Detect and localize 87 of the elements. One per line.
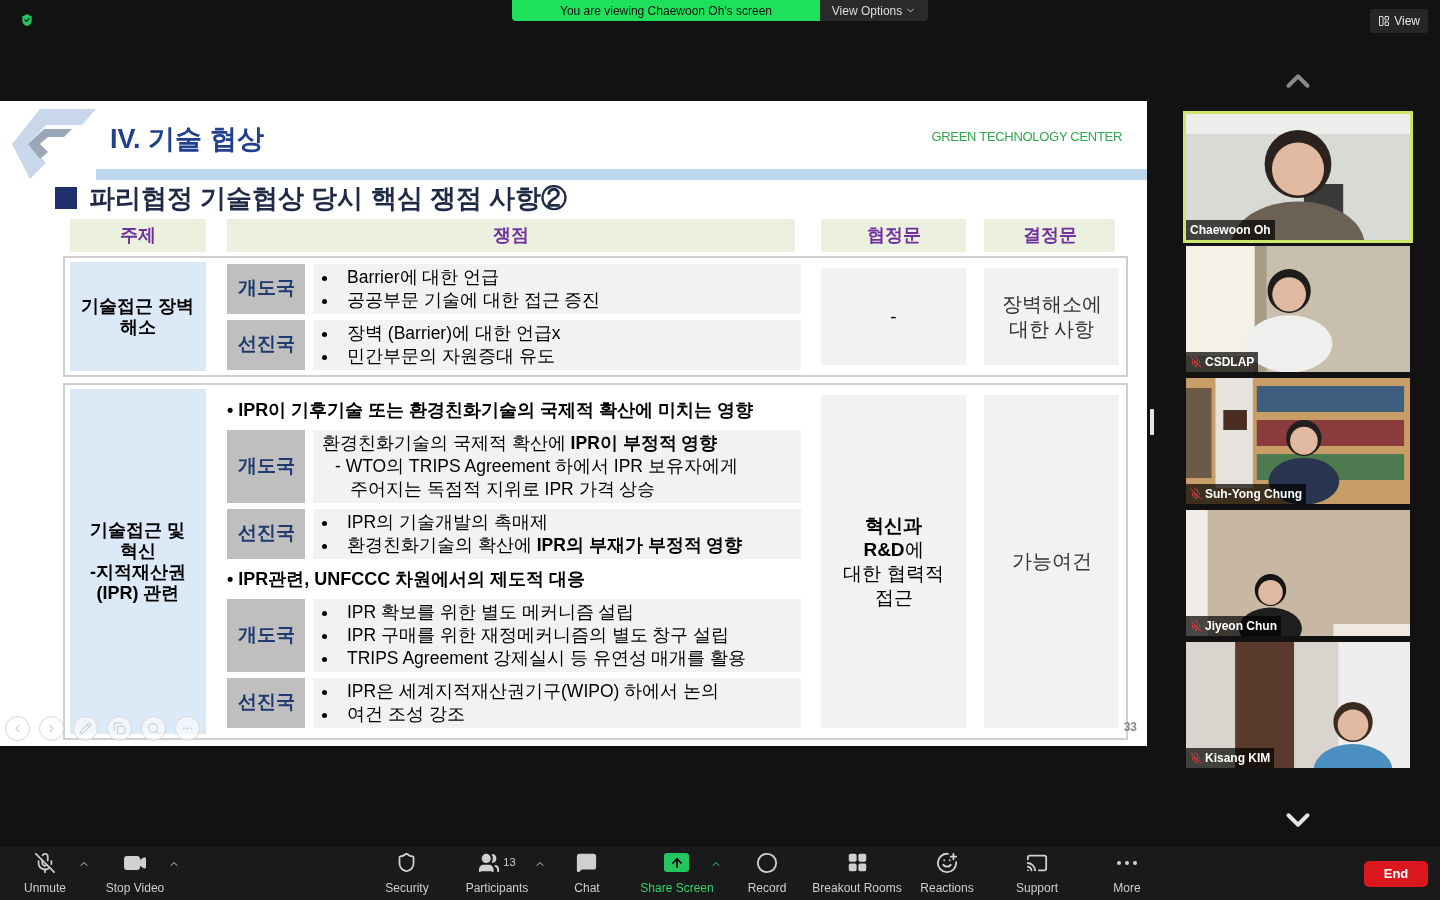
column-header: 협정문 <box>821 219 966 252</box>
country-label: 선진국 <box>227 677 305 728</box>
statement-text: IPR 구매를 위한 재정메커니즘의 별도 창구 설립 <box>347 623 730 647</box>
video-tile[interactable]: CSDLAP <box>1183 243 1413 375</box>
toolbar-button[interactable]: Reactions <box>916 847 978 900</box>
muted-mic-icon <box>34 851 56 874</box>
agreement-cell: 혁신과 R&D에 대한 협력적 접근 <box>821 395 966 728</box>
video-tile[interactable]: Suh-Yong Chung <box>1183 375 1413 507</box>
screen-share-banner: You are viewing Chaewoon Oh's screen <box>512 0 820 21</box>
toolbar-button[interactable]: Stop Video <box>101 847 169 900</box>
toolbar-button[interactable]: Support <box>1012 847 1062 900</box>
video-tile[interactable]: Chaewoon Oh <box>1183 111 1413 243</box>
statement-text: IPR 확보를 위한 별도 메커니즘 설립 <box>347 600 635 624</box>
decision-cell: 가능여건 <box>984 395 1119 728</box>
participant-name: Chaewoon Oh <box>1190 222 1271 239</box>
statement-text: Barrier에 대한 언급 <box>347 265 500 289</box>
people-icon <box>478 851 501 874</box>
bullet-icon <box>322 633 327 639</box>
bullet-icon <box>322 543 327 549</box>
toolbar-button[interactable]: Unmute <box>20 847 70 900</box>
participant-count: 13 <box>503 855 516 871</box>
more-icon <box>1117 860 1137 865</box>
topic-cell: 기술접근 장벽 해소 <box>70 262 206 371</box>
toolbar-button[interactable]: Chat <box>570 847 604 900</box>
end-button[interactable]: End <box>1364 860 1428 887</box>
statement-text: 환경친화기술의 국제적 확산에 IPR이 부정적 영향 <box>322 431 719 455</box>
view-options-button[interactable]: View Options <box>820 0 928 21</box>
logo-text: GREEN TECHNOLOGY CENTER <box>931 128 1122 147</box>
column-header: 결정문 <box>984 219 1115 252</box>
toolbar-button[interactable]: 13 Participants <box>461 847 533 900</box>
pencil-icon <box>79 722 92 735</box>
bullet-icon <box>322 689 327 695</box>
statement-text: TRIPS Agreement 강제실시 등 유연성 매개를 활용 <box>347 646 747 670</box>
bullet-icon <box>322 331 327 337</box>
toolbar-button[interactable]: Security <box>381 847 433 900</box>
view-button[interactable]: View <box>1370 9 1428 33</box>
country-label: 개도국 <box>227 598 305 672</box>
country-label: 개도국 <box>227 263 305 314</box>
page-number: 33 <box>1123 719 1137 736</box>
country-label: 개도국 <box>227 429 305 503</box>
bullet-icon <box>322 520 327 526</box>
slide-section-title: IV. 기술 협상 <box>110 122 264 156</box>
grid-icon <box>846 852 868 873</box>
bullet-icon <box>322 298 327 304</box>
agreement-cell: - <box>821 268 966 365</box>
column-header: 쟁점 <box>227 219 795 252</box>
video-tile[interactable]: Jiyeon Chun <box>1183 507 1413 639</box>
bullet-icon <box>322 610 327 616</box>
share-screen-icon <box>664 853 690 872</box>
country-label: 선진국 <box>227 319 305 370</box>
column-header: 주제 <box>70 219 206 252</box>
bullet-icon <box>322 656 327 662</box>
toolbar-button[interactable]: Share Screen <box>636 847 718 900</box>
statement-text: 장벽 (Barrier)에 대한 언급x <box>347 321 561 345</box>
record-icon <box>756 851 778 874</box>
splitter-handle[interactable] <box>1150 409 1154 435</box>
bullet-icon <box>322 712 327 718</box>
slide-heading: 파리협정 기술협상 당시 핵심 쟁점 사항② <box>89 181 568 215</box>
participant-name: CSDLAP <box>1205 354 1255 371</box>
smiley-icon <box>936 851 958 874</box>
statement-text: 여건 조성 강조 <box>347 702 465 726</box>
toolbar-button[interactable]: Breakout Rooms <box>808 847 906 900</box>
statement-text: 공공부문 기술에 대한 접근 증진 <box>347 288 601 312</box>
participant-name: Suh-Yong Chung <box>1205 486 1303 503</box>
statement-detail: - WTO의 TRIPS Agreement 하에서 IPR 보유자에게 주어지는 독점적 지위로 IPR 가격 상승 <box>334 454 739 501</box>
statement-text: IPR의 기술개발의 촉매제 <box>347 510 548 534</box>
topic-cell: 기술접근 및 혁신 -지적재산권 (IPR) 관련 <box>70 389 206 734</box>
encryption-shield-icon[interactable] <box>19 12 35 28</box>
copy-icon <box>113 722 126 735</box>
video-tile[interactable]: Kisang KIM <box>1183 639 1413 771</box>
statement-text: 환경친화기술의 확산에 IPR의 부재가 부정적 영향 <box>347 533 743 557</box>
participant-name: Kisang KIM <box>1205 750 1271 767</box>
bullet-icon <box>322 275 327 281</box>
participant-name: Jiyeon Chun <box>1205 618 1277 635</box>
toolbar-button[interactable]: More <box>1109 847 1145 900</box>
square-icon <box>55 187 77 209</box>
decision-cell: 장벽해소에 대한 사항 <box>984 268 1119 365</box>
statement-text: IPR은 세계지적재산권기구(WIPO) 하에서 논의 <box>347 679 720 703</box>
statement-text: 민간부문의 자원증대 유도 <box>347 344 555 368</box>
country-label: 선진국 <box>227 508 305 559</box>
search-icon <box>147 722 160 735</box>
issue-heading: • IPR이 기후기술 또는 환경친화기술의 국제적 확산에 미치는 영향 <box>227 398 755 422</box>
issue-heading: • IPR관련, UNFCCC 차원에서의 제도적 대응 <box>227 567 587 591</box>
toolbar-button[interactable]: Record <box>743 847 791 900</box>
chat-icon <box>576 852 598 873</box>
layout-icon <box>1378 15 1391 27</box>
bullet-icon <box>322 354 327 360</box>
